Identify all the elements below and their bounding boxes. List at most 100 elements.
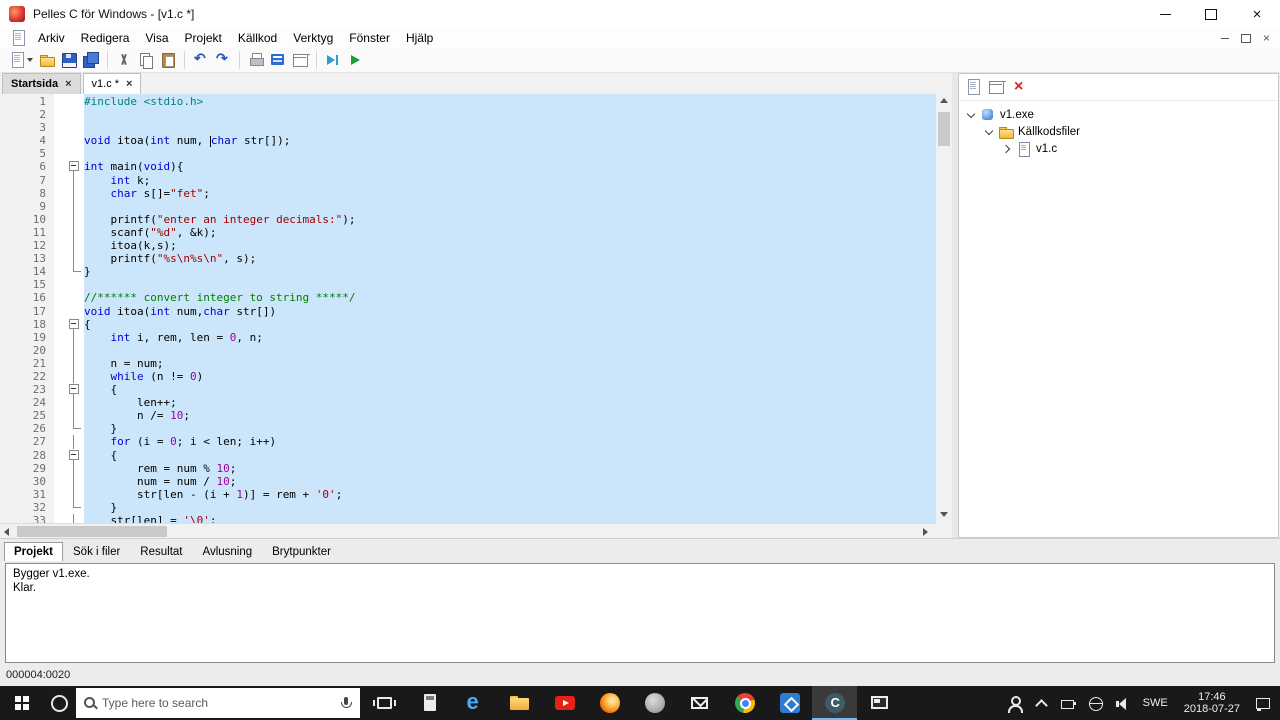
- close-button[interactable]: ×: [1234, 0, 1280, 28]
- expand-icon[interactable]: [1001, 143, 1013, 155]
- editor-line[interactable]: 32 }: [0, 500, 935, 514]
- battery-icon[interactable]: [1060, 695, 1077, 712]
- mdi-close-button[interactable]: ×: [1263, 32, 1270, 44]
- paste-button[interactable]: [157, 49, 179, 71]
- panel-doc-button[interactable]: [965, 79, 981, 95]
- network-icon[interactable]: [1087, 695, 1104, 712]
- horizontal-scroll-thumb[interactable]: [17, 526, 167, 537]
- menu-help[interactable]: Hjälp: [398, 28, 441, 48]
- maximize-button[interactable]: [1188, 0, 1234, 28]
- tab-close-icon[interactable]: ×: [65, 78, 71, 90]
- editor-line[interactable]: 1 #include <stdio.h>: [0, 95, 935, 108]
- chrome-app[interactable]: [722, 686, 767, 720]
- editor-line[interactable]: 28 {: [0, 449, 935, 462]
- window-app[interactable]: [857, 686, 902, 720]
- window-list-button[interactable]: [245, 49, 267, 71]
- editor-line[interactable]: 22 while (n != 0): [0, 369, 935, 384]
- tree-item-v1c[interactable]: v1.c: [959, 140, 1278, 157]
- code-editor[interactable]: 1 #include <stdio.h> 2 3 4 void itoa(int num,…: [0, 94, 935, 523]
- fold-toggle[interactable]: [54, 449, 84, 462]
- fold-toggle[interactable]: [54, 160, 84, 174]
- editor-line[interactable]: 15: [0, 278, 935, 291]
- scroll-left-arrow[interactable]: [0, 524, 16, 539]
- file-explorer-app[interactable]: [497, 686, 542, 720]
- editor-line[interactable]: 26 }: [0, 422, 935, 435]
- editor-line[interactable]: 19 int i, rem, len = 0, n;: [0, 330, 935, 344]
- editor-line[interactable]: 10 printf("enter an integer decimals:");: [0, 212, 935, 227]
- people-icon[interactable]: [1006, 695, 1023, 713]
- menu-file[interactable]: Arkiv: [30, 28, 73, 48]
- undo-button[interactable]: [190, 49, 212, 71]
- taskbar-clock[interactable]: 17:46 2018-07-27: [1184, 691, 1240, 716]
- youtube-app[interactable]: [542, 686, 587, 720]
- editor-line[interactable]: 29 rem = num % 10;: [0, 461, 935, 475]
- debug-button[interactable]: [322, 49, 344, 71]
- editor-line[interactable]: 24 len++;: [0, 396, 935, 410]
- taskbar-search[interactable]: [76, 688, 360, 718]
- tab-v1c[interactable]: v1.c * ×: [82, 73, 142, 94]
- document-icon[interactable]: [10, 30, 26, 46]
- new-file-button[interactable]: [6, 49, 36, 71]
- editor-line[interactable]: 30 num = num / 10;: [0, 474, 935, 488]
- output-tab-project[interactable]: Projekt: [4, 542, 63, 561]
- start-button[interactable]: [0, 686, 46, 720]
- copy-button[interactable]: [135, 49, 157, 71]
- editor-vertical-scrollbar[interactable]: [935, 94, 952, 523]
- editor-line[interactable]: 12 itoa(k,s);: [0, 239, 935, 253]
- menu-view[interactable]: Visa: [137, 28, 176, 48]
- menu-edit[interactable]: Redigera: [73, 28, 138, 48]
- collapse-icon[interactable]: [983, 126, 995, 138]
- panel-view-button[interactable]: [988, 79, 1004, 95]
- save-button[interactable]: [58, 49, 80, 71]
- code-app[interactable]: [767, 686, 812, 720]
- menu-source[interactable]: Källkod: [230, 28, 285, 48]
- editor-line[interactable]: 21 n = num;: [0, 356, 935, 371]
- project-options-button[interactable]: [289, 49, 311, 71]
- microphone-icon[interactable]: [338, 695, 354, 711]
- tab-start-page[interactable]: Startsida ×: [2, 73, 81, 94]
- editor-line[interactable]: 14}: [0, 265, 935, 278]
- save-all-button[interactable]: [80, 49, 102, 71]
- tab-close-icon[interactable]: ×: [126, 78, 132, 90]
- tray-expand-icon[interactable]: [1033, 695, 1050, 712]
- fold-toggle[interactable]: [54, 318, 84, 331]
- editor-line[interactable]: 23 {: [0, 383, 935, 397]
- pelles-c-app[interactable]: [812, 686, 857, 720]
- edge-app[interactable]: [452, 686, 497, 720]
- compile-button[interactable]: [267, 49, 289, 71]
- editor-line[interactable]: 3: [0, 121, 935, 134]
- scroll-up-arrow[interactable]: [936, 94, 952, 109]
- output-tab-search-files[interactable]: Sök i filer: [63, 542, 130, 561]
- editor-line[interactable]: 31 str[len - (i + 1)] = rem + '0';: [0, 487, 935, 502]
- editor-line[interactable]: 13 printf("%s\n%s\n", s);: [0, 252, 935, 266]
- cut-button[interactable]: [113, 49, 135, 71]
- editor-line[interactable]: 9: [0, 199, 935, 213]
- editor-line[interactable]: 20: [0, 343, 935, 357]
- run-button[interactable]: [344, 49, 366, 71]
- output-tab-debug[interactable]: Avlusning: [192, 542, 262, 561]
- task-view-button[interactable]: [362, 686, 407, 720]
- editor-line[interactable]: 27 for (i = 0; i < len; i++): [0, 435, 935, 449]
- scroll-right-arrow[interactable]: [919, 524, 935, 539]
- editor-line[interactable]: 33 str[len] = '\0';: [0, 514, 935, 523]
- editor-line[interactable]: 8 char s[]="fet";: [0, 186, 935, 200]
- menu-tools[interactable]: Verktyg: [285, 28, 341, 48]
- output-tab-breakpoints[interactable]: Brytpunkter: [262, 542, 341, 561]
- scroll-down-arrow[interactable]: [936, 508, 952, 523]
- editor-horizontal-scrollbar[interactable]: [0, 523, 935, 538]
- firefox-app[interactable]: [587, 686, 632, 720]
- editor-line[interactable]: 16 //****** convert integer to string ***…: [0, 291, 935, 304]
- volume-icon[interactable]: [1114, 695, 1131, 712]
- cortana-button[interactable]: [46, 686, 74, 720]
- mdi-minimize-button[interactable]: [1220, 37, 1229, 39]
- editor-line[interactable]: 5: [0, 147, 935, 160]
- editor-line[interactable]: 6 int main(void){: [0, 160, 935, 174]
- calculator-app[interactable]: [407, 686, 452, 720]
- redo-button[interactable]: [212, 49, 234, 71]
- output-tab-result[interactable]: Resultat: [130, 542, 192, 561]
- mdi-restore-button[interactable]: [1240, 33, 1251, 43]
- editor-line[interactable]: 4 void itoa(int num, char str[]);: [0, 134, 935, 148]
- panel-close-button[interactable]: [1011, 78, 1027, 96]
- language-indicator[interactable]: SWE: [1143, 697, 1168, 709]
- editor-line[interactable]: 17 void itoa(int num,char str[]): [0, 305, 935, 318]
